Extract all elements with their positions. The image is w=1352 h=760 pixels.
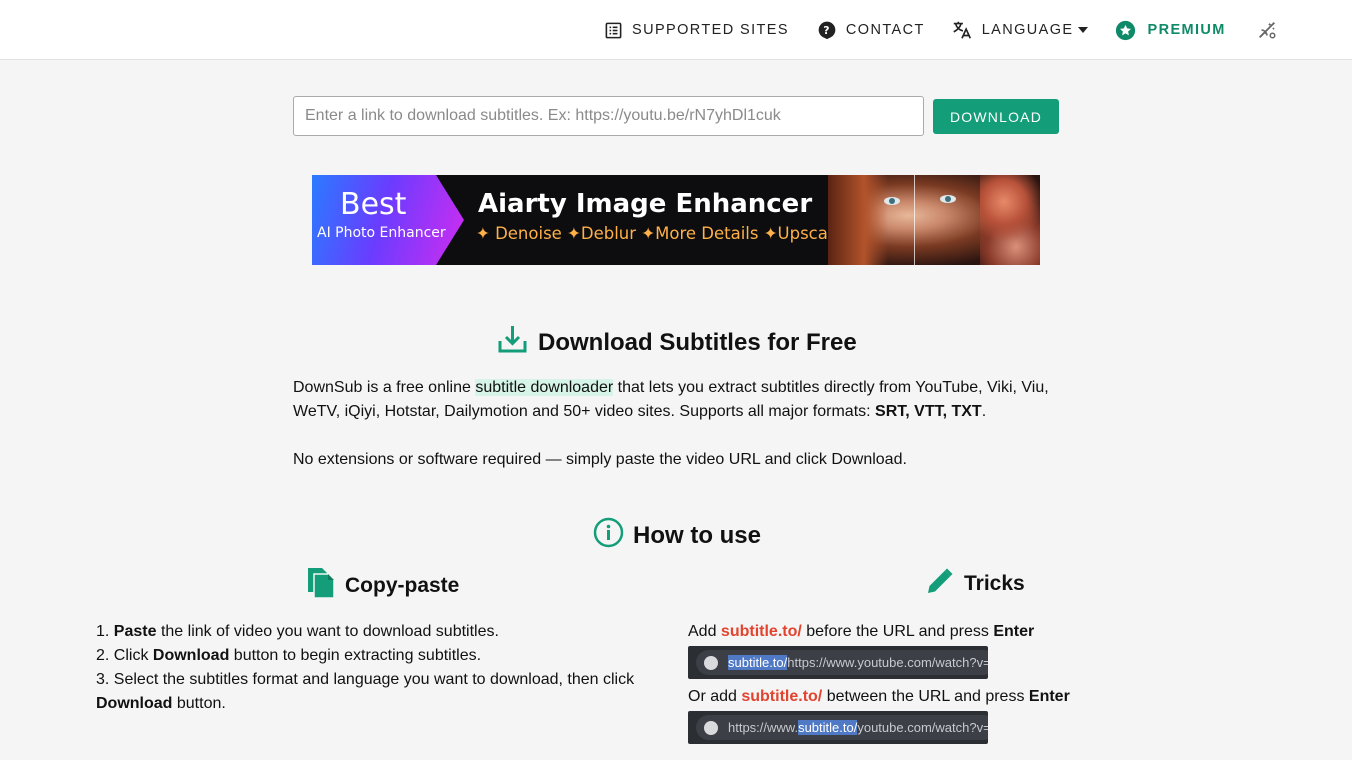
- nav-premium[interactable]: PREMIUM: [1115, 20, 1226, 41]
- ad-photo-flowers: [980, 175, 1040, 265]
- trick-1-url-selected: subtitle.to/: [728, 655, 788, 670]
- globe-icon: [704, 656, 718, 670]
- nav-supported-sites-label: SUPPORTED SITES: [632, 22, 789, 38]
- theme-toggle[interactable]: [1256, 19, 1278, 41]
- main-nav: SUPPORTED SITES ? CONTACT LANGUAGE PREMI…: [600, 0, 1278, 60]
- ad-photo-divider: [914, 175, 915, 265]
- ad-banner-title: Aiarty Image Enhancer: [478, 189, 813, 219]
- copy-paste-heading-text: Copy-paste: [345, 574, 460, 597]
- trick-1-url-rest: https://www.youtube.com/watch?v=: [787, 655, 988, 670]
- howto-heading-text: How to use: [633, 522, 762, 549]
- copy-paste-heading: Copy-paste: [305, 566, 459, 606]
- ad-banner-best: Best: [340, 187, 407, 222]
- step-1-bold: Paste: [113, 623, 157, 640]
- steps-list: 1. Paste the link of video you want to d…: [96, 620, 656, 716]
- trick-1: Add subtitle.to/ before the URL and pres…: [688, 620, 1108, 644]
- globe-icon: [704, 721, 718, 735]
- trick-1-key: Enter: [993, 623, 1035, 640]
- trick-2-key: Enter: [1028, 688, 1070, 705]
- translate-icon: [951, 19, 973, 41]
- caret-down-icon: [1077, 27, 1088, 33]
- trick-2-text-cont: between the URL and press: [822, 688, 1029, 705]
- intro-paragraph: DownSub is a free online subtitle downlo…: [293, 376, 1063, 424]
- trick-2-url-example: https://www.subtitle.to/youtube.com/watc…: [688, 711, 988, 744]
- trick-1-text: Add: [688, 623, 721, 640]
- step-2-number: 2. Click: [96, 647, 153, 664]
- intro-heading: Download Subtitles for Free: [498, 324, 857, 361]
- intro-text-end: .: [981, 403, 987, 420]
- step-1-text: the link of video you want to download s…: [156, 623, 499, 640]
- step-2-bold: Download: [152, 647, 230, 664]
- step-3-bold: Download: [96, 695, 173, 712]
- tricks-list: Add subtitle.to/ before the URL and pres…: [688, 620, 1108, 750]
- pencil-icon: [925, 566, 955, 602]
- intro-paragraph-2: No extensions or software required — sim…: [293, 451, 907, 468]
- top-bar: SUPPORTED SITES ? CONTACT LANGUAGE PREMI…: [0, 0, 1352, 60]
- step-3-text: 3. Select the subtitles format and langu…: [96, 671, 635, 688]
- nav-language-dropdown[interactable]: LANGUAGE: [951, 19, 1088, 41]
- tricks-heading: Tricks: [925, 566, 1025, 602]
- trick-1-url-example: subtitle.to/https://www.youtube.com/watc…: [688, 646, 988, 679]
- svg-text:?: ?: [823, 24, 830, 37]
- nav-premium-label: PREMIUM: [1147, 22, 1226, 38]
- step-1: 1. Paste the link of video you want to d…: [96, 620, 656, 644]
- trick-2-url-pre: https://www.: [728, 720, 799, 735]
- ad-banner-photo: [828, 175, 1040, 265]
- tricks-heading-text: Tricks: [964, 572, 1025, 595]
- ad-photo-hair: [828, 175, 888, 265]
- step-2: 2. Click Download button to begin extrac…: [96, 644, 656, 668]
- trick-1-text-cont: before the URL and press: [801, 623, 994, 640]
- intro-heading-text: Download Subtitles for Free: [538, 328, 857, 356]
- formats-list: SRT, VTT, TXT: [875, 403, 982, 420]
- ad-banner-subtitle: AI Photo Enhancer: [317, 225, 446, 241]
- trick-2-url: https://www.subtitle.to/youtube.com/watc…: [728, 719, 988, 736]
- search-form: DOWNLOAD: [293, 96, 1059, 136]
- url-input[interactable]: [293, 96, 924, 136]
- download-icon: [498, 324, 527, 361]
- trick-2-url-selected: subtitle.to/: [798, 720, 858, 735]
- step-3: 3. Select the subtitles format and langu…: [96, 668, 656, 716]
- nav-contact-label: CONTACT: [845, 22, 925, 38]
- step-3-text-end: button.: [172, 695, 226, 712]
- copy-icon: [305, 566, 336, 606]
- download-button[interactable]: DOWNLOAD: [933, 99, 1059, 134]
- step-2-text: button to begin extracting subtitles.: [229, 647, 482, 664]
- list-icon: [604, 21, 623, 40]
- info-icon: [593, 517, 624, 555]
- howto-heading: How to use: [593, 517, 761, 555]
- trick-2: Or add subtitle.to/ between the URL and …: [688, 685, 1108, 709]
- ad-photo-eye-right: [940, 195, 956, 203]
- trick-1-domain: subtitle.to/: [720, 623, 802, 640]
- trick-2-text: Or add: [688, 688, 742, 705]
- subtitle-downloader-link[interactable]: subtitle downloader: [475, 379, 614, 396]
- help-icon: ?: [817, 20, 837, 40]
- ad-banner[interactable]: Best AI Photo Enhancer Aiarty Image Enha…: [312, 175, 1040, 265]
- trick-2-url-rest: youtube.com/watch?v=: [857, 720, 988, 735]
- nav-supported-sites[interactable]: SUPPORTED SITES: [604, 21, 789, 40]
- intro-text: DownSub is a free online: [293, 379, 476, 396]
- star-badge-icon: [1115, 20, 1136, 41]
- trick-1-url: subtitle.to/https://www.youtube.com/watc…: [728, 654, 988, 671]
- ad-banner-features: ✦ Denoise ✦Deblur ✦More Details ✦Upscale: [476, 224, 843, 243]
- theme-toggle-icon: [1256, 19, 1278, 41]
- nav-contact[interactable]: ? CONTACT: [817, 20, 925, 40]
- nav-language-label: LANGUAGE: [981, 22, 1074, 38]
- step-1-number: 1.: [96, 623, 114, 640]
- ad-photo-eye-left: [884, 197, 900, 205]
- trick-2-domain: subtitle.to/: [741, 688, 823, 705]
